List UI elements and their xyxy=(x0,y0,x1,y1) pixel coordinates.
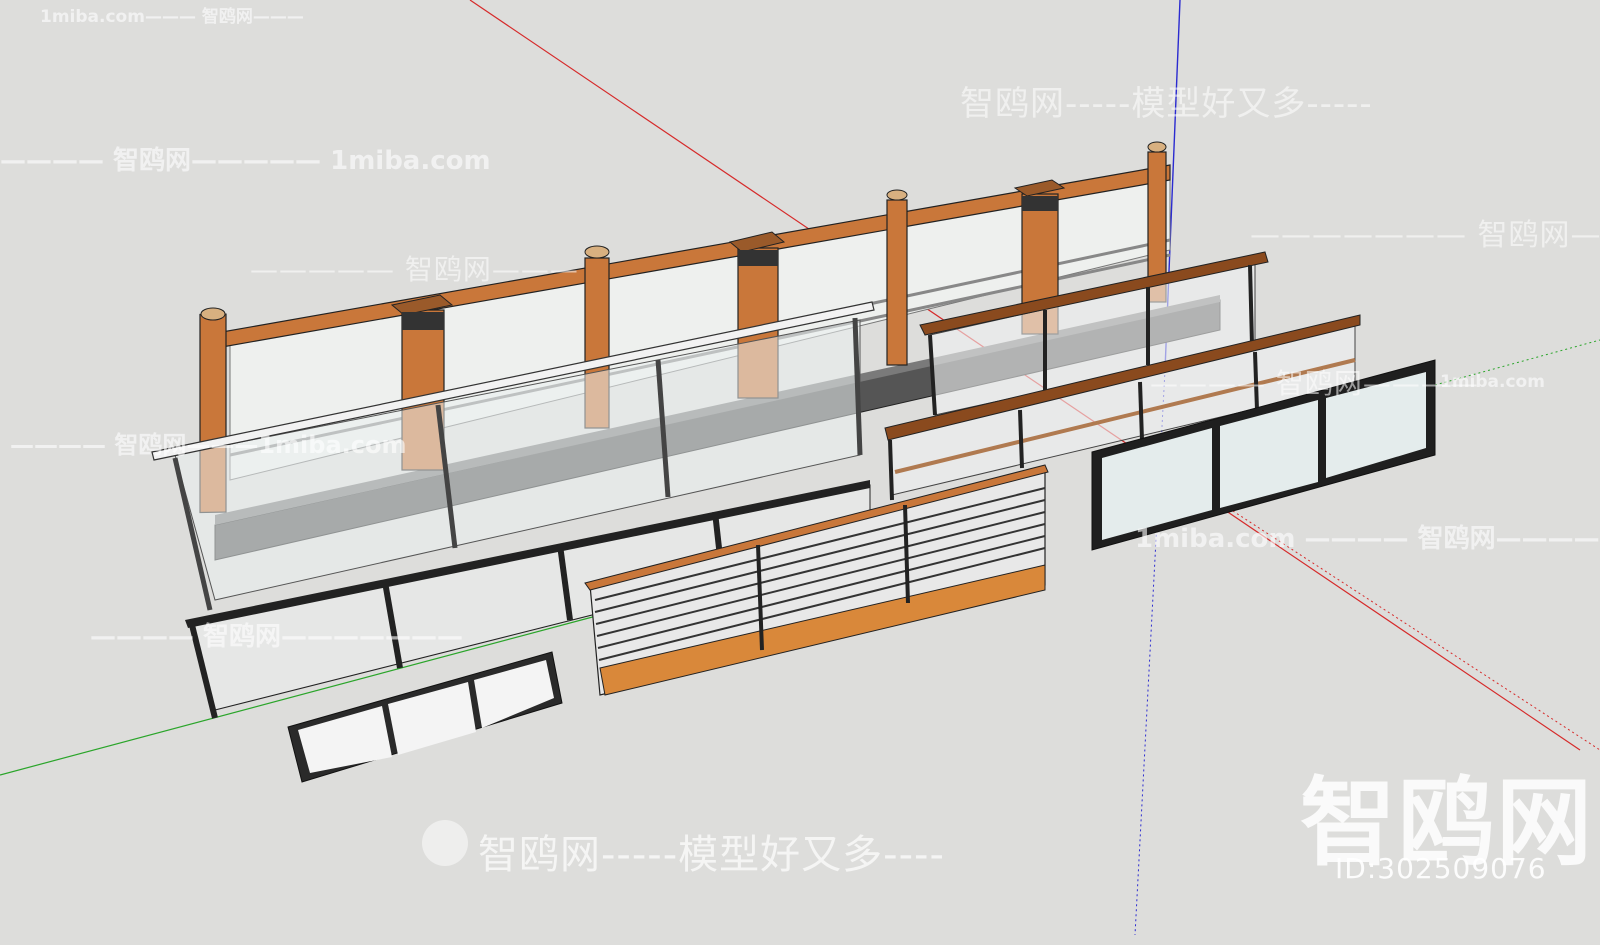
3d-viewport[interactable]: 1miba.com——— 智鸥网——— 智鸥网-----模型好又多----- —… xyxy=(0,0,1600,940)
wood-railing-2-post xyxy=(1138,381,1144,441)
wood-railing-1-post xyxy=(1248,264,1254,346)
wood-railing-2-post xyxy=(888,439,894,501)
flat-frame-glass xyxy=(388,682,476,755)
wood-railing-2-post xyxy=(1253,351,1259,411)
wooden-post xyxy=(886,189,908,366)
wood-railing-2-post xyxy=(1018,409,1024,469)
model-canvas[interactable] xyxy=(0,0,1600,940)
red-axis-dotted xyxy=(1169,469,1600,751)
